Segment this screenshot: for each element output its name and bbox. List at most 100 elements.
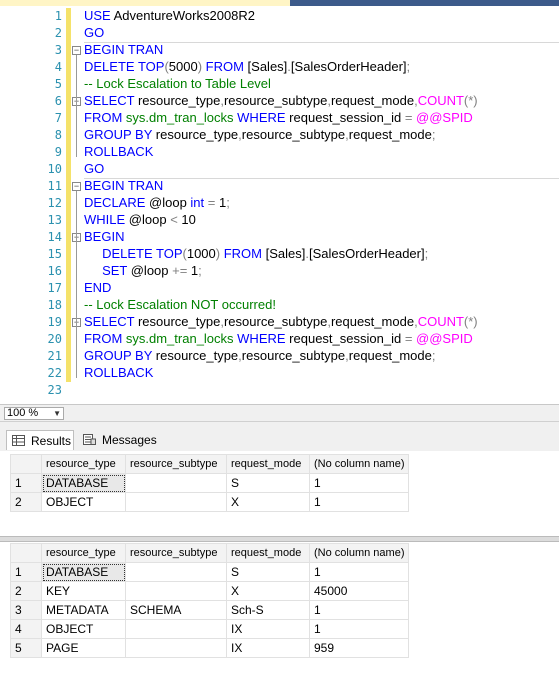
code-line: BEGIN [84, 229, 124, 244]
code-line: SELECT resource_type,resource_subtype,re… [84, 314, 478, 329]
row-number[interactable]: 2 [10, 492, 42, 512]
change-marker [66, 263, 71, 280]
grid-cell[interactable] [125, 581, 227, 601]
column-header[interactable]: (No column name) [308, 454, 410, 474]
grid-cell[interactable] [125, 492, 227, 512]
code-line: END [84, 280, 111, 295]
code-token: @loop [149, 195, 191, 210]
grid-cell[interactable]: IX [226, 638, 310, 658]
table-row[interactable]: 2 KEY X 45000 [10, 581, 410, 601]
grid-cell[interactable]: OBJECT [41, 492, 126, 512]
table-row[interactable]: 4 OBJECT IX 1 [10, 619, 410, 639]
grid-cell[interactable] [125, 638, 227, 658]
row-number[interactable]: 1 [10, 562, 42, 582]
line-number: 23 [47, 383, 62, 397]
code-token: BEGIN TRAN [84, 178, 164, 193]
grid-cell[interactable]: 1 [308, 562, 410, 582]
grid-cell[interactable]: OBJECT [41, 619, 126, 639]
code-token: DECLARE [84, 195, 150, 210]
grid-cell[interactable]: 959 [308, 638, 410, 658]
code-token: request_mode [330, 314, 415, 329]
grid-cell[interactable]: S [226, 562, 310, 582]
change-marker [66, 331, 71, 348]
table-row[interactable]: 5 PAGE IX 959 [10, 638, 410, 658]
line-number: 10 [47, 162, 62, 176]
grid-cell[interactable]: METADATA [41, 600, 126, 620]
fold-guide [76, 242, 77, 293]
row-number[interactable]: 1 [10, 473, 42, 493]
code-line: FROM sys.dm_tran_locks WHERE request_ses… [84, 110, 473, 125]
grid-cell[interactable] [125, 473, 227, 493]
grid-cell[interactable]: Sch-S [226, 600, 310, 620]
code-token: END [84, 280, 112, 295]
code-line: FROM sys.dm_tran_locks WHERE request_ses… [84, 331, 473, 346]
code-line: BEGIN TRAN [84, 42, 163, 57]
grid-cell[interactable]: X [226, 581, 310, 601]
grid-corner[interactable] [10, 454, 42, 474]
row-number[interactable]: 3 [10, 600, 42, 620]
tab-results[interactable]: Results [6, 430, 74, 450]
query-editor[interactable]: 1 USE AdventureWorks2008R2 2 GO 3− BEGIN TRAN… [0, 6, 559, 404]
grid-cell[interactable]: SCHEMA [125, 600, 227, 620]
table-row[interactable]: 1 DATABASE S 1 [10, 562, 410, 582]
column-header[interactable]: resource_subtype [125, 454, 227, 474]
code-token: GROUP BY [84, 348, 156, 363]
grid-cell[interactable]: IX [226, 619, 310, 639]
table-row[interactable]: 3 METADATA SCHEMA Sch-S 1 [10, 600, 410, 620]
code-token: @@SPID [412, 110, 473, 125]
column-header[interactable]: resource_type [41, 454, 126, 474]
collapse-region-icon[interactable]: − [72, 46, 81, 55]
column-header[interactable]: resource_type [41, 543, 126, 563]
collapse-region-icon[interactable]: − [72, 182, 81, 191]
grid-cell[interactable]: S [226, 473, 310, 493]
grid-cell[interactable]: 1 [308, 619, 410, 639]
line-number: 2 [54, 26, 62, 40]
grid-cell[interactable]: DATABASE [41, 562, 126, 582]
column-header[interactable]: request_mode [226, 543, 310, 563]
grid-cell[interactable] [125, 619, 227, 639]
results-pane: resource_type resource_subtype request_mod… [0, 451, 559, 680]
line-number: 5 [54, 77, 62, 91]
code-token: ; [431, 127, 436, 142]
code-token: ROLLBACK [84, 144, 154, 159]
column-header[interactable]: resource_subtype [125, 543, 227, 563]
grid-cell[interactable]: 1 [308, 473, 410, 493]
results-grid-2[interactable]: resource_type resource_subtype request_mod… [10, 543, 410, 658]
grid-cell[interactable] [125, 562, 227, 582]
change-marker [66, 25, 71, 42]
results-tabs: Results Messages [0, 421, 559, 452]
column-header[interactable]: request_mode [226, 454, 310, 474]
code-token: 10 [177, 212, 196, 227]
chevron-down-icon[interactable]: ▼ [53, 408, 61, 419]
zoom-bar: 100 % ▼ [0, 404, 559, 422]
grid-splitter[interactable] [0, 536, 559, 542]
grid-cell[interactable]: DATABASE [41, 473, 126, 493]
grid-cell[interactable]: 1 [308, 600, 410, 620]
grid-cell[interactable]: PAGE [41, 638, 126, 658]
code-token: [SalesOrderHeader] [290, 59, 407, 74]
code-token: WHERE [233, 110, 290, 125]
row-number[interactable]: 4 [10, 619, 42, 639]
code-token: COUNT [417, 93, 464, 108]
column-header[interactable]: (No column name) [308, 543, 410, 563]
code-line: -- Lock Escalation NOT occurred! [84, 297, 276, 312]
grid-cell[interactable]: KEY [41, 581, 126, 601]
tab-messages[interactable]: Messages [78, 430, 158, 450]
grid-corner[interactable] [10, 543, 42, 563]
code-token: resource_subtype [241, 348, 346, 363]
results-grid-1[interactable]: resource_type resource_subtype request_mod… [10, 454, 410, 512]
change-marker [66, 76, 71, 93]
table-row[interactable]: 1 DATABASE S 1 [10, 473, 410, 493]
grid-cell[interactable]: 1 [308, 492, 410, 512]
row-number[interactable]: 2 [10, 581, 42, 601]
code-token: FROM [202, 59, 248, 74]
table-row[interactable]: 2 OBJECT X 1 [10, 492, 410, 512]
grid-cell[interactable]: X [226, 492, 310, 512]
grid-cell[interactable]: 45000 [308, 581, 410, 601]
row-number[interactable]: 5 [10, 638, 42, 658]
line-number: 20 [47, 332, 62, 346]
code-token: 5000 [168, 59, 198, 74]
zoom-select[interactable]: 100 % ▼ [4, 407, 64, 420]
change-marker [66, 246, 71, 263]
